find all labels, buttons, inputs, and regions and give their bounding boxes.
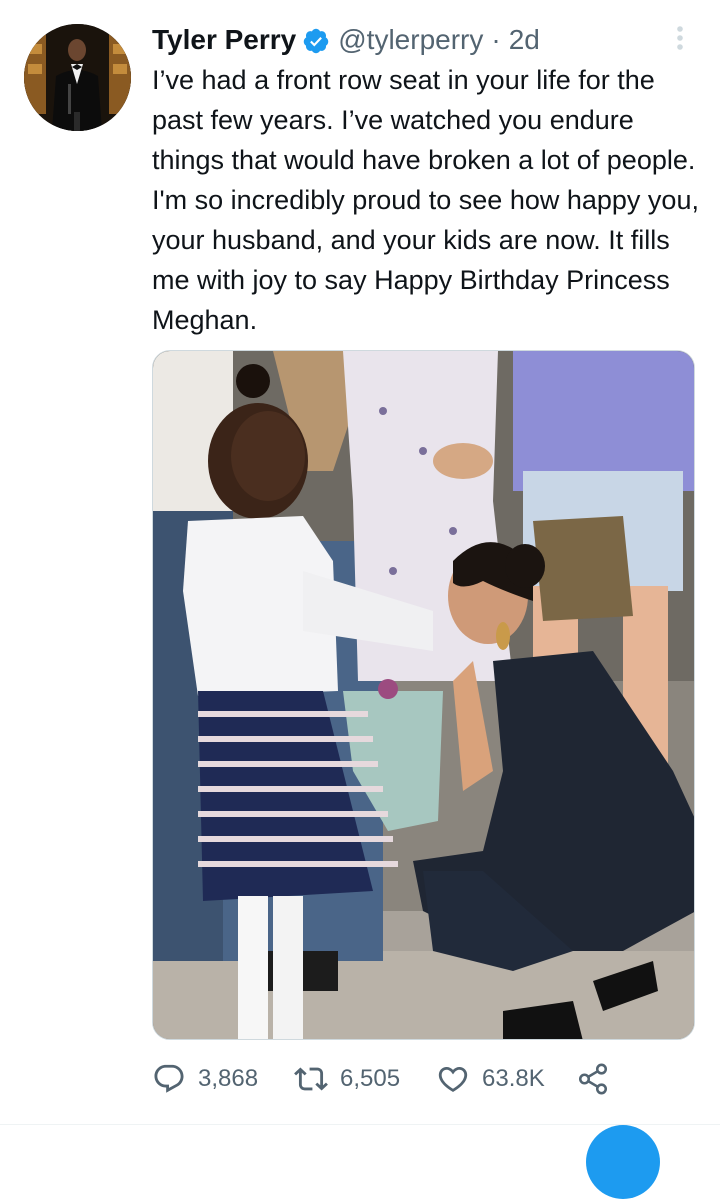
reply-icon [152,1062,186,1096]
reply-button[interactable]: 3,868 [152,1056,258,1102]
verified-badge-icon [302,26,330,54]
tweet-divider [0,1124,720,1125]
share-button[interactable] [576,1056,610,1102]
share-icon [576,1062,610,1096]
display-name[interactable]: Tyler Perry [152,20,296,60]
tweet-text: I’ve had a front row seat in your life f… [152,65,699,335]
tweet[interactable]: Tyler Perry @tylerperry · 2d I’ve had a … [0,0,720,1124]
avatar[interactable] [24,24,131,131]
more-options-icon[interactable] [668,24,692,52]
username-handle[interactable]: @tylerperry [338,20,483,60]
heart-icon [436,1062,470,1096]
tweet-media-photo[interactable] [152,350,695,1040]
like-button[interactable]: 63.8K [436,1056,545,1102]
reply-count: 3,868 [198,1065,259,1092]
photo-image [153,351,694,1039]
avatar-photo [24,24,131,131]
tweet-header: Tyler Perry @tylerperry · 2d [152,20,540,60]
separator-dot: · [491,24,501,55]
like-count: 63.8K [482,1065,545,1092]
retweet-icon [294,1062,328,1096]
retweet-count: 6,505 [340,1065,401,1092]
timestamp[interactable]: 2d [509,20,540,60]
compose-tweet-button[interactable] [586,1125,660,1199]
retweet-button[interactable]: 6,505 [294,1056,400,1102]
tweet-actions-bar: 3,868 6,505 63.8K [152,1056,692,1102]
